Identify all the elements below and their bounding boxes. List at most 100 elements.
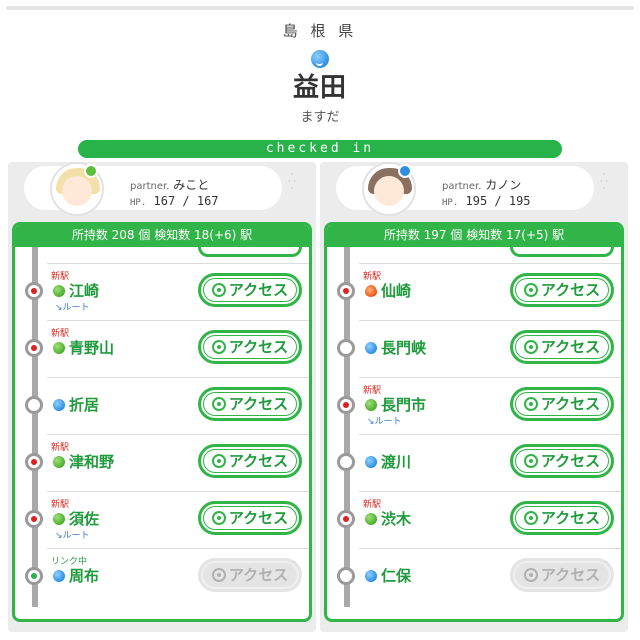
access-button[interactable]: アクセス	[510, 387, 614, 421]
access-icon	[523, 511, 538, 525]
partner-column-right: ·· ·· ·· ·· partner. カノン HP. 195 / 195 所…	[320, 162, 628, 632]
station-name: 周布	[69, 567, 100, 585]
access-button-disabled[interactable]: アクセス	[198, 558, 302, 592]
station-node	[25, 567, 43, 585]
access-icon	[211, 511, 226, 525]
station-name: 渡川	[381, 453, 412, 471]
access-button-disabled[interactable]: アクセス	[510, 558, 614, 592]
access-button[interactable]: アクセス	[510, 444, 614, 478]
new-station-tag: 新駅	[51, 443, 70, 453]
station-node	[337, 567, 355, 585]
station-node	[25, 339, 43, 357]
station-name: 渋木	[381, 510, 412, 528]
station-node	[25, 510, 43, 528]
station-node	[337, 510, 355, 528]
station-row[interactable]: 新駅 長門市 ↘ルート アクセス	[327, 377, 621, 434]
list-summary: 所持数 208 個 検知数 18(+6) 駅	[15, 225, 309, 247]
access-button[interactable]: アクセス	[510, 273, 614, 307]
station-node	[25, 453, 43, 471]
station-row[interactable]: 新駅 津和野 アクセス	[15, 434, 309, 491]
access-icon	[523, 454, 538, 468]
access-button[interactable]: アクセス	[510, 501, 614, 535]
station-list[interactable]: 所持数 197 個 検知数 17(+5) 駅 新駅 仙崎 アクセス 長門峡 アク…	[324, 222, 624, 622]
station-title: 益田	[292, 73, 347, 103]
station-header: 島 根 県 益田 ますだ	[0, 20, 640, 125]
access-button[interactable]: アクセス	[198, 330, 302, 364]
access-icon	[211, 454, 226, 468]
water-drop-icon	[365, 456, 377, 468]
new-station-tag: 新駅	[363, 386, 382, 396]
access-icon	[211, 283, 226, 297]
station-kana: ますだ	[300, 110, 340, 125]
water-attribute-icon	[398, 164, 412, 178]
station-row[interactable]: 新駅 須佐 ↘ルート アクセス	[15, 491, 309, 548]
station-row[interactable]: 新駅 青野山 アクセス	[15, 320, 309, 377]
leaf-attribute-icon	[84, 164, 98, 178]
access-button[interactable]: アクセス	[198, 501, 302, 535]
route-tag: ↘ルート	[55, 303, 90, 313]
access-icon	[523, 283, 538, 297]
station-name: 長門市	[381, 396, 427, 414]
hp-value: 195 / 195	[465, 194, 531, 208]
new-station-tag: 新駅	[51, 500, 70, 510]
access-icon	[523, 397, 538, 411]
access-button-partial[interactable]	[198, 247, 302, 257]
access-button-partial[interactable]	[510, 247, 614, 257]
partner-label: partner.	[442, 181, 482, 192]
leaf-icon	[53, 456, 65, 468]
new-station-tag: 新駅	[363, 500, 382, 510]
station-row[interactable]: 新駅 渋木 アクセス	[327, 491, 621, 548]
checked-in-banner: checked in	[78, 140, 562, 158]
station-row[interactable]: 渡川 アクセス	[327, 434, 621, 491]
station-row[interactable]: 新駅 江崎 ↘ルート アクセス	[15, 263, 309, 320]
station-row[interactable]: リンク中 周布 アクセス	[15, 548, 309, 605]
fire-icon	[365, 285, 377, 297]
list-summary: 所持数 197 個 検知数 17(+5) 駅	[327, 225, 621, 247]
new-station-tag: 新駅	[51, 329, 70, 339]
new-station-tag: 新駅	[363, 272, 382, 282]
access-icon	[523, 568, 538, 582]
water-drop-icon	[365, 342, 377, 354]
access-icon	[211, 568, 226, 582]
station-name: 仙崎	[381, 282, 412, 300]
access-button[interactable]: アクセス	[198, 273, 302, 307]
hp-label: HP.	[442, 198, 459, 208]
water-drop-icon	[53, 399, 65, 411]
access-icon	[523, 340, 538, 354]
hp-value: 167 / 167	[153, 194, 219, 208]
station-name: 仁保	[381, 567, 412, 585]
station-name: 津和野	[69, 453, 115, 471]
prefecture-label: 島 根 県	[282, 22, 358, 40]
route-tag: ↘ルート	[367, 417, 402, 427]
leaf-icon	[53, 342, 65, 354]
water-drop-icon	[53, 570, 65, 582]
station-row[interactable]: 折居 アクセス	[15, 377, 309, 434]
water-drop-icon	[365, 570, 377, 582]
leaf-icon	[365, 399, 377, 411]
access-button[interactable]: アクセス	[510, 330, 614, 364]
station-row[interactable]: 仁保 アクセス	[327, 548, 621, 605]
access-icon	[211, 340, 226, 354]
leaf-icon	[53, 285, 65, 297]
dots-decoration-icon: ·· ··	[287, 170, 297, 194]
access-button[interactable]: アクセス	[198, 444, 302, 478]
partner-name: カノン	[485, 178, 522, 192]
dots-decoration-icon: ·· ··	[599, 170, 609, 194]
station-node	[25, 396, 43, 414]
station-row[interactable]: 長門峡 アクセス	[327, 320, 621, 377]
access-button[interactable]: アクセス	[198, 387, 302, 421]
top-divider	[6, 6, 634, 10]
station-name: 須佐	[69, 510, 100, 528]
station-name: 青野山	[69, 339, 115, 357]
station-list[interactable]: 所持数 208 個 検知数 18(+6) 駅 新駅 江崎 ↘ルート アクセス 新…	[12, 222, 312, 622]
station-row[interactable]: 新駅 仙崎 アクセス	[327, 263, 621, 320]
hp-label: HP.	[130, 198, 147, 208]
station-node	[337, 339, 355, 357]
new-station-tag: 新駅	[51, 272, 70, 282]
station-name: 長門峡	[381, 339, 427, 357]
station-node	[337, 396, 355, 414]
route-tag: ↘ルート	[55, 531, 90, 541]
station-name: 江崎	[69, 282, 100, 300]
access-icon	[211, 397, 226, 411]
water-drop-icon	[311, 50, 329, 68]
